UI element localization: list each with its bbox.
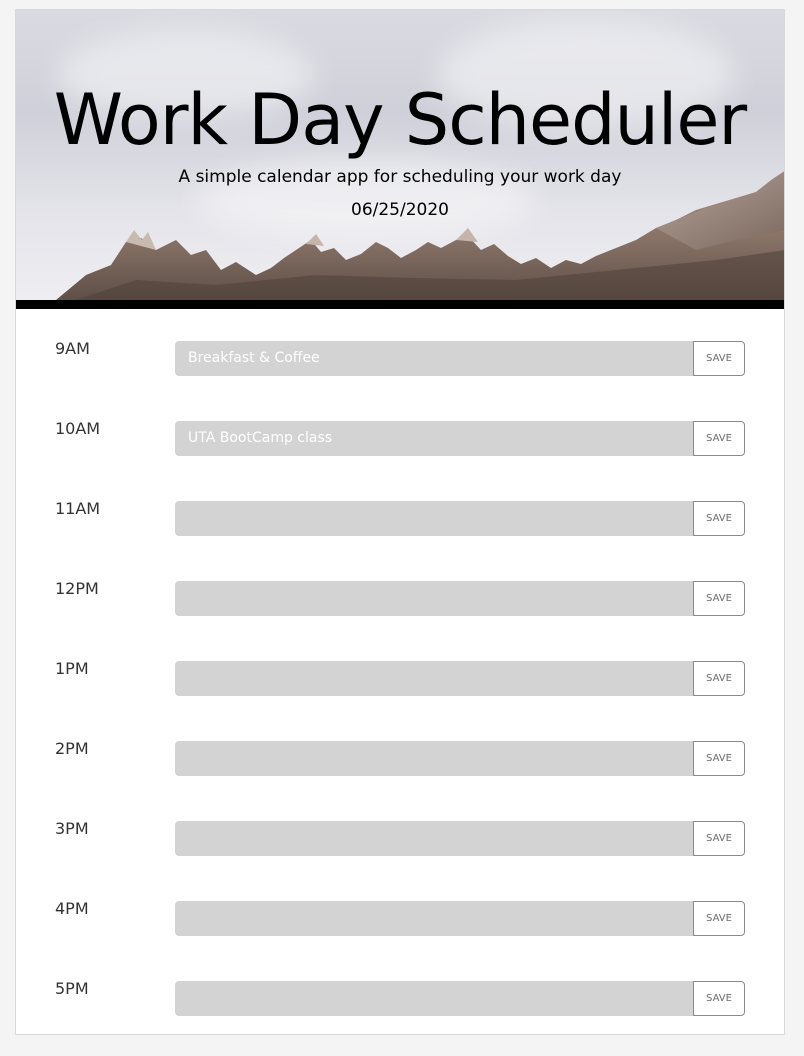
task-input[interactable] xyxy=(175,981,694,1016)
task-input[interactable] xyxy=(175,741,694,776)
save-button[interactable]: SAVE xyxy=(693,341,745,376)
save-button[interactable]: SAVE xyxy=(693,901,745,936)
hour-label: 2PM xyxy=(55,739,89,758)
time-block-row: 12PM SAVE xyxy=(16,549,784,629)
time-block-row: 9AM Breakfast & Coffee SAVE xyxy=(16,309,784,389)
hour-label: 10AM xyxy=(55,419,101,438)
header-banner: Work Day Scheduler A simple calendar app… xyxy=(16,10,784,300)
task-input[interactable] xyxy=(175,901,694,936)
time-block-row: 4PM SAVE xyxy=(16,869,784,949)
page-container: Work Day Scheduler A simple calendar app… xyxy=(15,9,785,1035)
hour-label: 5PM xyxy=(55,979,89,998)
task-input[interactable]: UTA BootCamp class xyxy=(175,421,694,456)
task-input[interactable]: Breakfast & Coffee xyxy=(175,341,694,376)
time-block-row: 10AM UTA BootCamp class SAVE xyxy=(16,389,784,469)
save-button[interactable]: SAVE xyxy=(693,501,745,536)
time-block-row: 1PM SAVE xyxy=(16,629,784,709)
task-input[interactable] xyxy=(175,821,694,856)
time-block-row: 3PM SAVE xyxy=(16,789,784,869)
task-input[interactable] xyxy=(175,581,694,616)
save-button[interactable]: SAVE xyxy=(693,581,745,616)
hour-label: 4PM xyxy=(55,899,89,918)
task-input[interactable] xyxy=(175,661,694,696)
page-title: Work Day Scheduler xyxy=(53,79,747,161)
save-button[interactable]: SAVE xyxy=(693,661,745,696)
save-button[interactable]: SAVE xyxy=(693,741,745,776)
page-subtitle: A simple calendar app for scheduling you… xyxy=(178,167,622,187)
time-block-row: 5PM SAVE xyxy=(16,949,784,1029)
time-block-row: 11AM SAVE xyxy=(16,469,784,549)
hour-label: 1PM xyxy=(55,659,89,678)
hour-label: 11AM xyxy=(55,499,101,518)
hour-label: 12PM xyxy=(55,579,99,598)
header-divider xyxy=(16,300,784,309)
save-button[interactable]: SAVE xyxy=(693,821,745,856)
hour-label: 9AM xyxy=(55,339,90,358)
task-input[interactable] xyxy=(175,501,694,536)
save-button[interactable]: SAVE xyxy=(693,421,745,456)
current-date: 06/25/2020 xyxy=(351,200,449,220)
time-block-row: 2PM SAVE xyxy=(16,709,784,789)
hour-label: 3PM xyxy=(55,819,89,838)
save-button[interactable]: SAVE xyxy=(693,981,745,1016)
